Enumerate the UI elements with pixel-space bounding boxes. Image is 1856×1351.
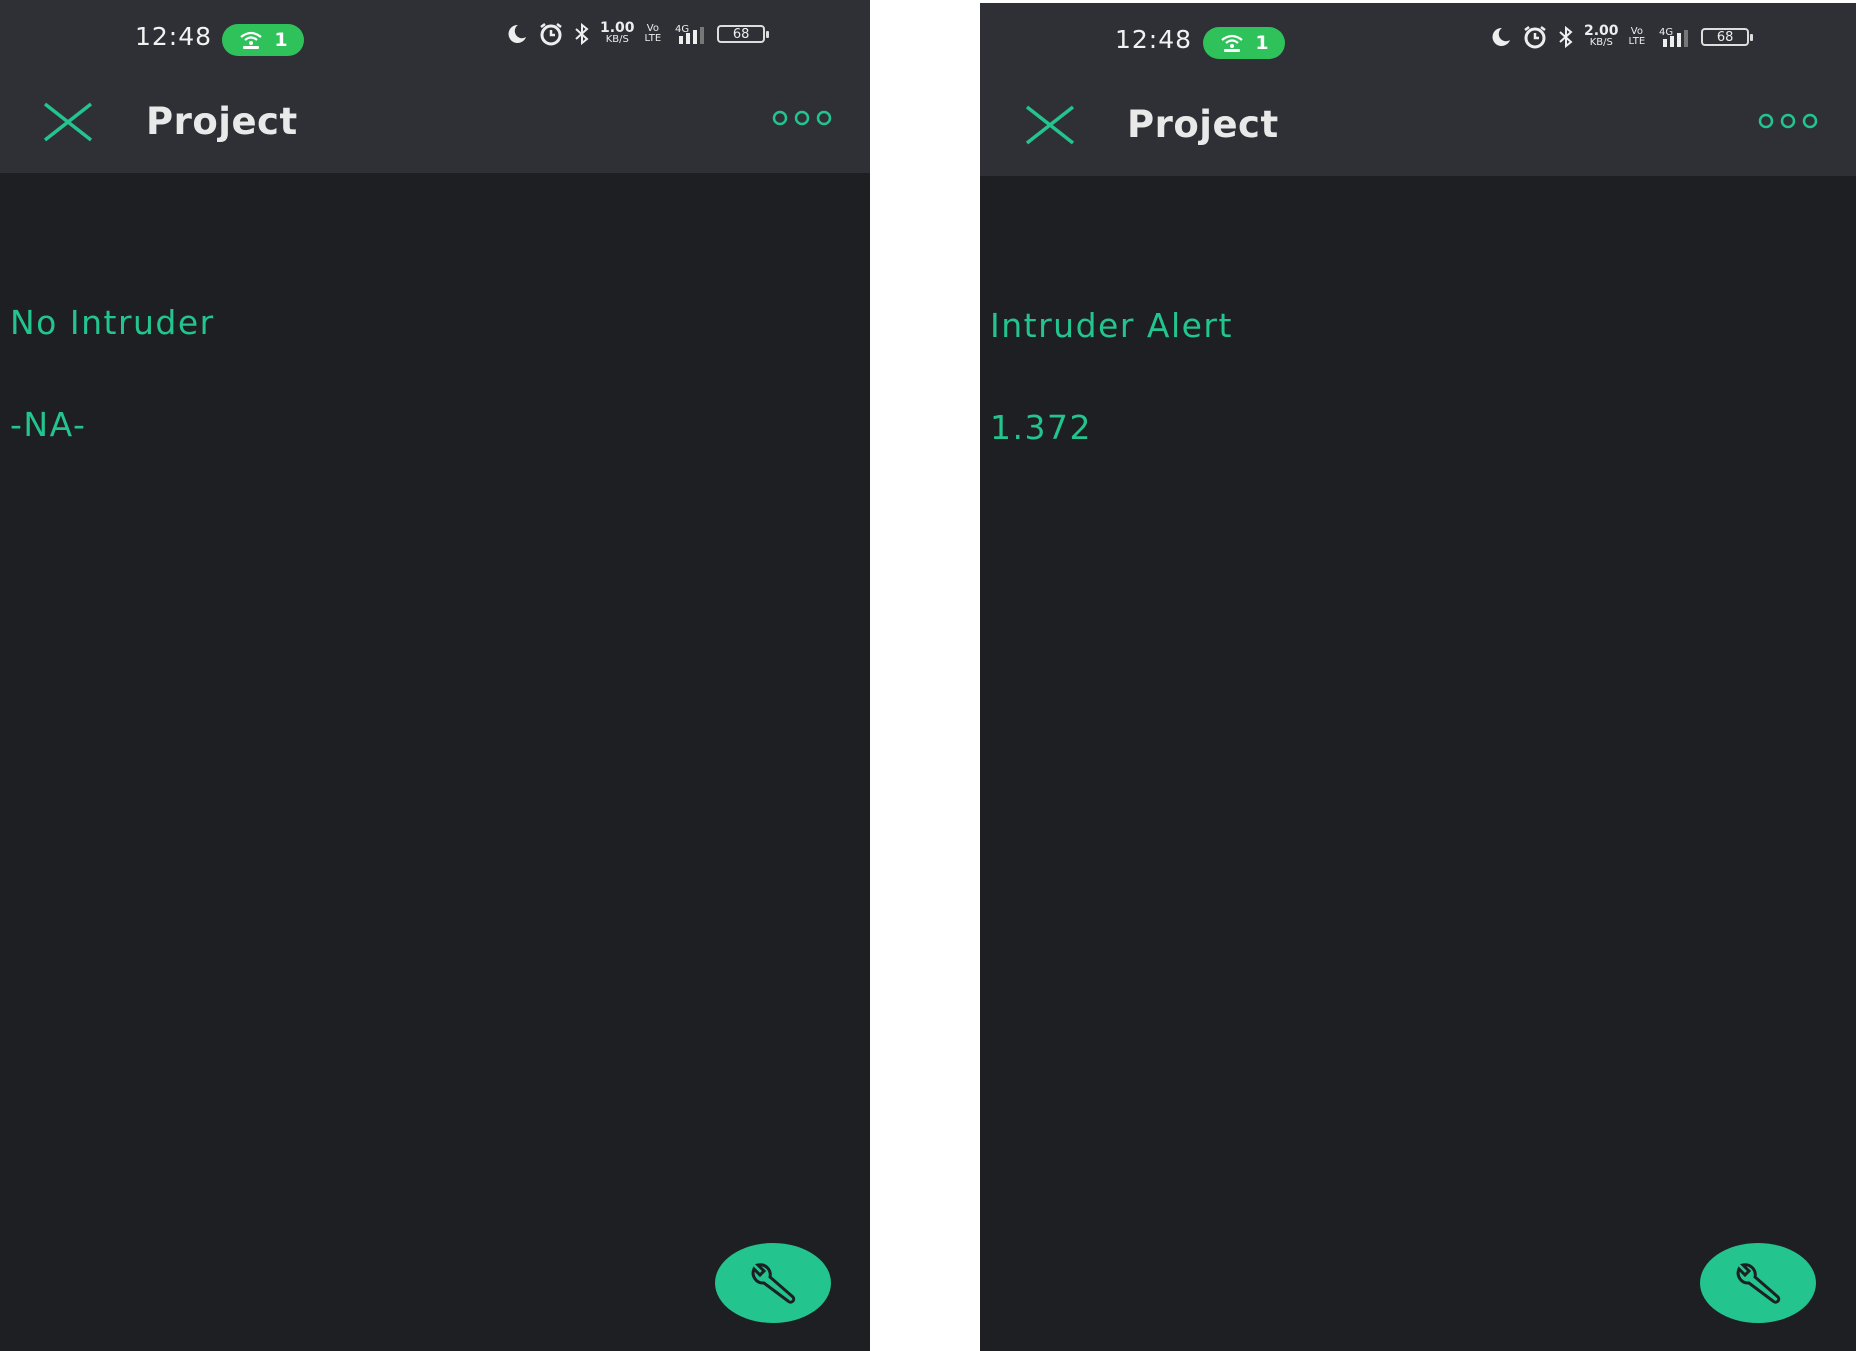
alarm-icon <box>538 22 564 46</box>
hotspot-icon <box>240 31 263 49</box>
more-options-button[interactable] <box>772 110 834 130</box>
close-icon <box>43 102 93 142</box>
more-dots-icon <box>1758 113 1818 129</box>
signal-icon: 4G <box>671 22 707 46</box>
status-bar: 12:48 1 1.00 KB/S Vo LTE 4G 68 <box>0 0 870 80</box>
wrench-icon <box>1736 1263 1781 1304</box>
moon-icon <box>504 23 528 45</box>
status-time: 12:48 <box>135 22 213 51</box>
status-bar: 12:48 1 2.00 KB/S Vo LTE 4G 68 <box>980 3 1856 83</box>
hotspot-icon <box>1221 34 1244 52</box>
dashboard-canvas: No Intruder -NA- <box>0 173 870 1351</box>
edit-fab-button[interactable] <box>1700 1243 1816 1323</box>
status-icons: 2.00 KB/S Vo LTE 4G 68 <box>1488 23 1754 49</box>
value-display-widget[interactable]: 1.372 <box>990 408 1092 447</box>
more-options-button[interactable] <box>1758 113 1820 133</box>
phone-screen-right: 12:48 1 2.00 KB/S Vo LTE 4G 68 Project I… <box>980 3 1856 1351</box>
bluetooth-icon <box>1558 25 1574 49</box>
status-icons: 1.00 KB/S Vo LTE 4G 68 <box>504 20 770 46</box>
bluetooth-icon <box>574 22 590 46</box>
dashboard-canvas: Intruder Alert 1.372 <box>980 176 1856 1351</box>
battery-indicator: 68 <box>1701 28 1754 46</box>
status-label-widget[interactable]: No Intruder <box>10 303 215 342</box>
page-title: Project <box>146 100 298 143</box>
hotspot-indicator[interactable]: 1 <box>1203 27 1285 59</box>
battery-indicator: 68 <box>717 25 770 43</box>
value-display-widget[interactable]: -NA- <box>10 405 86 444</box>
app-bar: Project <box>0 80 870 173</box>
network-speed: 1.00 KB/S <box>600 20 635 45</box>
close-button[interactable] <box>1020 99 1080 159</box>
signal-icon: 4G <box>1655 25 1691 49</box>
more-dots-icon <box>772 110 832 126</box>
hotspot-indicator[interactable]: 1 <box>222 24 304 56</box>
network-speed-unit: KB/S <box>605 34 629 45</box>
alarm-icon <box>1522 25 1548 49</box>
wrench-icon <box>751 1263 796 1304</box>
close-button[interactable] <box>38 96 98 156</box>
app-bar: Project <box>980 83 1856 176</box>
network-speed: 2.00 KB/S <box>1584 23 1619 48</box>
hotspot-count: 1 <box>274 29 288 51</box>
phone-screen-left: 12:48 1 1.00 KB/S Vo LTE 4G 68 Project N… <box>0 0 870 1351</box>
network-speed-unit: KB/S <box>1589 37 1613 48</box>
moon-icon <box>1488 26 1512 48</box>
status-time: 12:48 <box>1115 25 1193 54</box>
volte-bottom: LTE <box>1628 36 1646 47</box>
edit-fab-button[interactable] <box>715 1243 831 1323</box>
volte-bottom: LTE <box>644 33 662 44</box>
network-speed-value: 2.00 <box>1584 23 1619 39</box>
page-title: Project <box>1127 103 1279 146</box>
status-label-widget[interactable]: Intruder Alert <box>990 306 1233 345</box>
volte-indicator: Vo LTE <box>1629 27 1646 47</box>
network-speed-value: 1.00 <box>600 20 635 36</box>
volte-indicator: Vo LTE <box>645 24 662 44</box>
hotspot-count: 1 <box>1255 32 1269 54</box>
close-icon <box>1025 105 1075 145</box>
